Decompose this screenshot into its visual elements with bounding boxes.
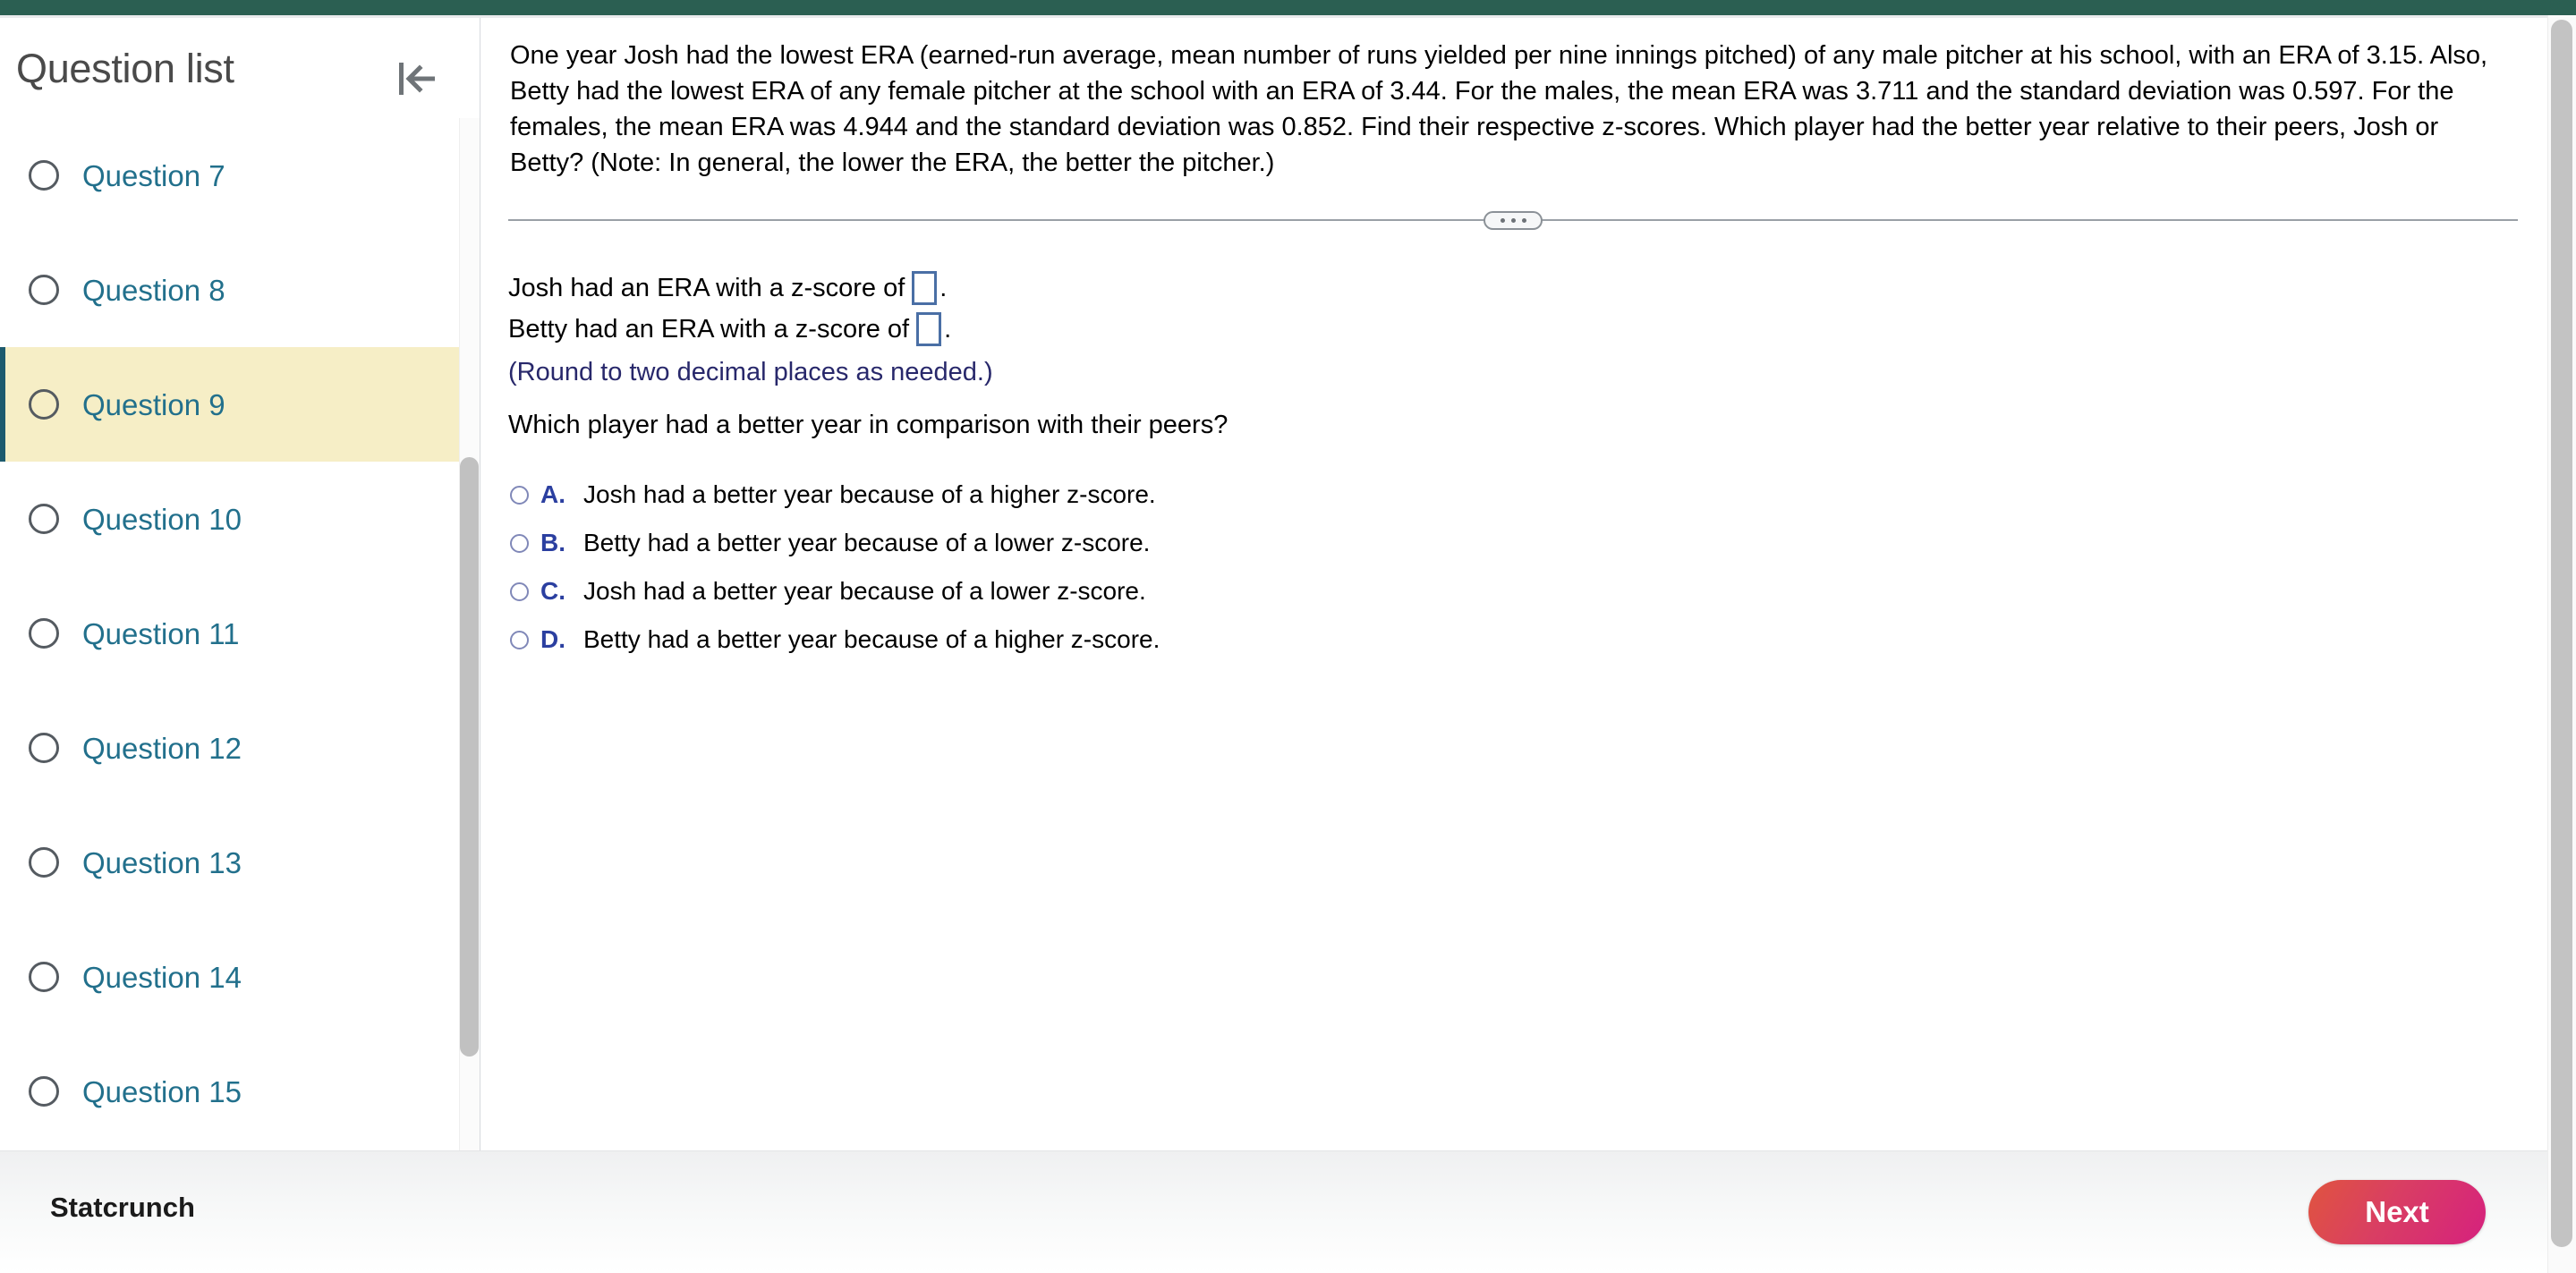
sidebar-title: Question list [16,45,234,91]
josh-answer-label: Josh had an ERA with a z-score of [508,273,905,302]
answer-row-josh: Josh had an ERA with a z-score of . [508,268,2543,308]
sidebar-item-label: Question 12 [82,731,242,765]
answer-row-betty: Betty had an ERA with a z-score of . [508,310,2543,349]
sidebar-item-question-7[interactable]: Question 7 [0,118,459,233]
question-status-radio-icon[interactable] [29,504,59,534]
sidebar-item-question-14[interactable]: Question 14 [0,920,459,1034]
choice-option-d[interactable]: D. Betty had a better year because of a h… [508,615,2543,664]
rounding-note: (Round to two decimal places as needed.) [508,358,993,387]
sub-question-text: Which player had a better year in compar… [508,411,1228,440]
app-top-bar [0,0,2576,15]
question-status-radio-icon[interactable] [29,1076,59,1107]
sidebar-item-question-15[interactable]: Question 15 [0,1034,459,1149]
handle-dot [1500,218,1505,224]
sidebar-item-label: Question 10 [82,502,242,536]
work-area: Question list Question 7 Question 8 Questi… [0,18,2576,1150]
sidebar-item-label: Question 14 [82,960,242,994]
question-status-radio-icon[interactable] [29,160,59,191]
resize-handle-dots-icon[interactable] [1484,211,1543,231]
choice-option-c[interactable]: C. Josh had a better year because of a lo… [508,567,2543,615]
choice-text: Betty had a better year because of a low… [583,529,1151,557]
betty-answer-period: . [944,314,952,344]
sidebar-item-label: Question 7 [82,158,225,192]
sidebar-item-question-10[interactable]: Question 10 [0,462,459,576]
question-content-pane: One year Josh had the lowest ERA (earned… [481,18,2543,1150]
question-status-radio-icon[interactable] [29,962,59,992]
choice-letter: C. [540,577,565,606]
choice-letter: D. [540,625,565,654]
choice-text: Josh had a better year because of a high… [583,480,1156,509]
betty-answer-label: Betty had an ERA with a z-score of [508,314,910,344]
question-list-sidebar: Question list Question 7 Question 8 Questi… [0,18,480,1150]
choice-radio-icon[interactable] [510,581,529,601]
choice-radio-icon[interactable] [510,533,529,553]
sidebar-item-label: Question 13 [82,845,242,879]
answer-area: Josh had an ERA with a z-score of . Bett… [481,229,2543,664]
choice-radio-icon[interactable] [510,630,529,649]
josh-answer-period: . [939,273,948,302]
question-status-radio-icon[interactable] [29,733,59,763]
next-button[interactable]: Next [2308,1180,2486,1244]
question-list[interactable]: Question 7 Question 8 Question 9 Question 1… [0,118,459,1150]
sidebar-item-question-11[interactable]: Question 11 [0,576,459,691]
statcrunch-link[interactable]: Statcrunch [50,1193,195,1221]
question-status-radio-icon[interactable] [29,275,59,305]
betty-zscore-input[interactable] [916,312,942,347]
collapse-left-icon[interactable] [390,55,440,102]
multiple-choice-group[interactable]: A. Josh had a better year because of a hi… [508,471,2543,664]
question-status-radio-icon[interactable] [29,389,59,420]
question-player-app: Question list Question 7 Question 8 Questi… [0,0,2576,1273]
sidebar-item-label: Question 15 [82,1074,242,1108]
sidebar-item-question-8[interactable]: Question 8 [0,233,459,347]
choice-option-b[interactable]: B. Betty had a better year because of a l… [508,519,2543,567]
handle-dot [1521,218,1526,224]
handle-dot [1510,218,1516,224]
pane-divider [508,211,2518,231]
choice-option-a[interactable]: A. Josh had a better year because of a hi… [508,471,2543,519]
sidebar-item-question-12[interactable]: Question 12 [0,691,459,805]
sidebar-item-label: Question 11 [82,616,240,650]
choice-text: Betty had a better year because of a hig… [583,625,1160,654]
question-status-radio-icon[interactable] [29,847,59,878]
choice-letter: B. [540,529,565,557]
question-status-radio-icon[interactable] [29,618,59,649]
choice-text: Josh had a better year because of a lowe… [583,577,1146,606]
question-prompt-text: One year Josh had the lowest ERA (earned… [510,41,2488,178]
josh-zscore-input[interactable] [912,271,938,306]
sidebar-item-question-13[interactable]: Question 13 [0,805,459,920]
choice-letter: A. [540,480,565,509]
choice-radio-icon[interactable] [510,485,529,505]
sidebar-scrollbar-thumb[interactable] [460,457,479,1057]
sidebar-item-question-9[interactable]: Question 9 [0,347,459,462]
sidebar-header: Question list [0,18,480,118]
sidebar-item-label: Question 9 [82,387,225,421]
bottom-toolbar: Statcrunch Next [0,1150,2561,1273]
sidebar-item-label: Question 8 [82,273,225,307]
page-scrollbar-thumb[interactable] [2551,20,2572,1247]
